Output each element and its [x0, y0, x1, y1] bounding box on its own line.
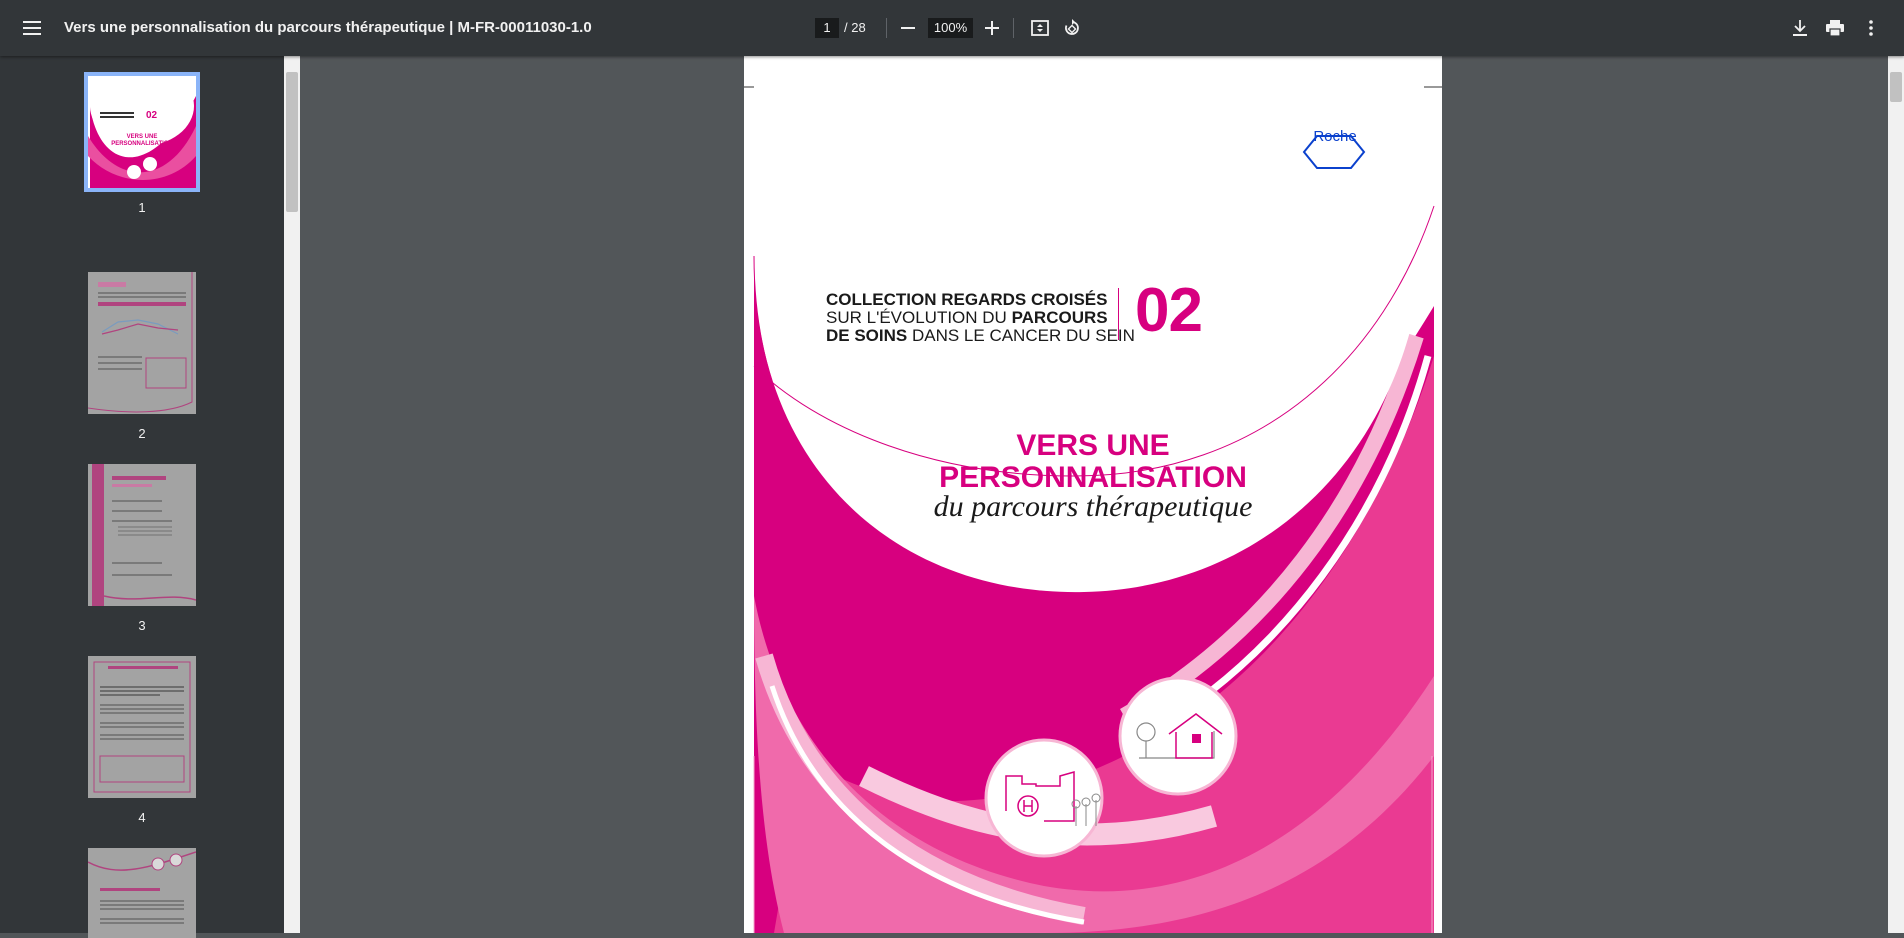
svg-text:PERSONNALISATION: PERSONNALISATION: [111, 141, 173, 147]
page-total: / 28: [844, 20, 866, 35]
collection-number: 02: [1135, 276, 1203, 345]
pdf-page-1: Roche COLLECTION REGARDS CROISÉS SUR L'É…: [744, 56, 1442, 933]
thumbnail-image[interactable]: [88, 656, 196, 798]
zoom-out-icon[interactable]: [892, 12, 924, 44]
pdf-toolbar: Vers une personnalisation du parcours th…: [0, 0, 1904, 56]
thumbnail-sidebar: 02 VERS UNE PERSONNALISATION 1 2 3 4: [0, 56, 284, 938]
cover-title-line-1: VERS UNE: [1016, 429, 1170, 462]
zoom-input[interactable]: 100%: [928, 18, 973, 38]
thumbnail-image[interactable]: [88, 272, 196, 414]
menu-icon[interactable]: [16, 12, 48, 44]
sidebar-scrollbar-thumb[interactable]: [286, 72, 298, 212]
rotate-icon[interactable]: [1056, 12, 1088, 44]
thumbnail-image[interactable]: 02 VERS UNE PERSONNALISATION: [84, 72, 200, 192]
collection-line-3a: DE SOINS: [826, 326, 908, 345]
cover-subtitle: du parcours thérapeutique: [933, 490, 1253, 523]
main-scrollbar[interactable]: [1888, 56, 1904, 933]
toolbar-divider: [1013, 18, 1014, 38]
svg-text:VERS UNE: VERS UNE: [127, 134, 158, 140]
collection-line-2a: SUR L'ÉVOLUTION DU: [826, 308, 1012, 327]
thumbnail-image[interactable]: [88, 848, 196, 938]
more-icon[interactable]: [1855, 12, 1887, 44]
collection-line-2b: PARCOURS: [1011, 308, 1108, 327]
collection-line-1: COLLECTION REGARDS CROISÉS: [826, 290, 1108, 309]
cover-title: VERS UNE PERSONNALISATION: [744, 430, 1442, 494]
thumbnail-page-number: 4: [138, 810, 146, 825]
page-number-input[interactable]: 1: [815, 18, 839, 38]
print-icon[interactable]: [1819, 12, 1851, 44]
toolbar-divider: [886, 18, 887, 38]
thumbnail-image[interactable]: [88, 464, 196, 606]
thumbnail-page-number: 2: [138, 426, 146, 441]
collection-heading: COLLECTION REGARDS CROISÉS SUR L'ÉVOLUTI…: [826, 291, 1135, 345]
document-title: Vers une personnalisation du parcours th…: [64, 19, 592, 36]
main-scrollbar-thumb[interactable]: [1890, 72, 1902, 102]
zoom-in-icon[interactable]: [976, 12, 1008, 44]
download-icon[interactable]: [1784, 12, 1816, 44]
brand-logo-text: Roche: [1313, 128, 1357, 145]
collection-divider: [1118, 288, 1119, 340]
svg-text:02: 02: [146, 110, 158, 121]
collection-line-3b: DANS LE CANCER DU SEIN: [907, 326, 1135, 345]
thumbnail-page-number: 3: [138, 618, 146, 633]
fit-page-icon[interactable]: [1024, 12, 1056, 44]
thumbnail-page-number: 1: [138, 200, 146, 215]
